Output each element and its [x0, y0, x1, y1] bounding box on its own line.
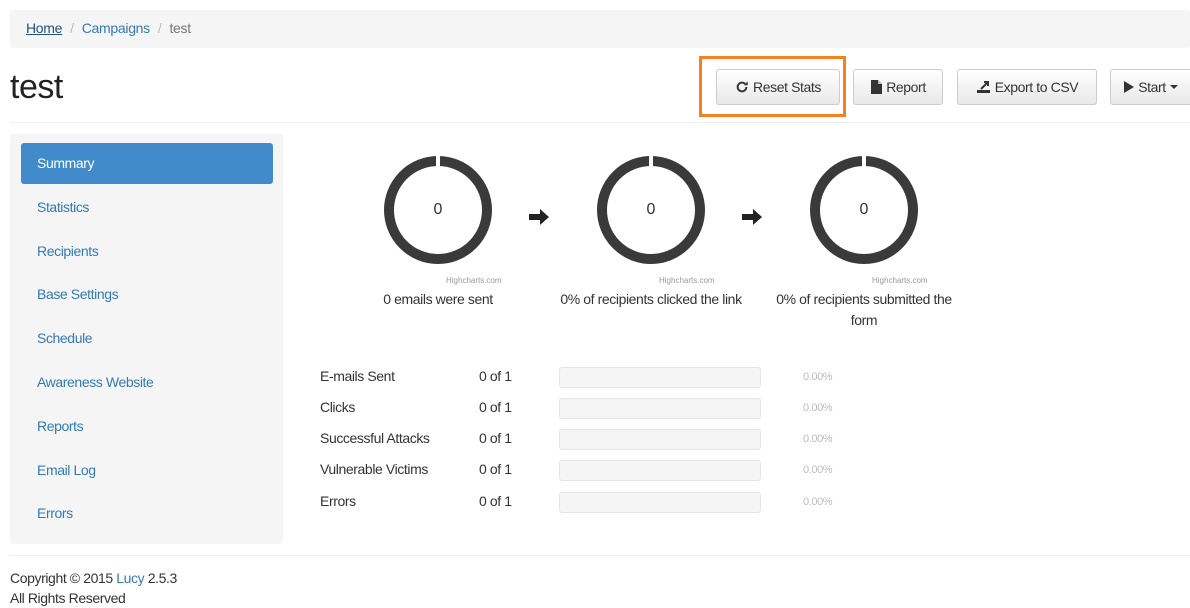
sidebar-item-recipients[interactable]: Recipients — [21, 231, 273, 272]
refresh-icon — [735, 80, 749, 94]
sidebar-item-errors[interactable]: Errors — [21, 493, 273, 534]
highcharts-credit[interactable]: Highcharts.com — [872, 276, 928, 285]
export-csv-label: Export to CSV — [995, 79, 1079, 95]
progress-bar — [559, 429, 761, 450]
stat-row-emails-sent: E-mails Sent 0 of 1 0.00% — [320, 368, 880, 388]
sent-donut-chart: 0 — [373, 145, 503, 275]
donut-value: 0 — [373, 145, 503, 275]
submitted-donut-chart: 0 — [799, 145, 929, 275]
stat-count: 0 of 1 — [479, 461, 512, 477]
breadcrumb-separator: / — [70, 20, 74, 36]
caret-down-icon — [1170, 84, 1178, 90]
lucy-link[interactable]: Lucy — [116, 570, 144, 586]
arrow-right-icon — [528, 208, 550, 226]
play-icon — [1123, 81, 1134, 93]
stat-percent: 0.00% — [803, 433, 832, 445]
stat-label: Errors — [320, 493, 356, 509]
stat-label: E-mails Sent — [320, 368, 395, 384]
sidebar-item-schedule[interactable]: Schedule — [21, 318, 273, 359]
start-label: Start — [1138, 79, 1166, 95]
progress-bar — [559, 460, 761, 481]
report-button[interactable]: Report — [853, 69, 943, 105]
sidebar-item-summary[interactable]: Summary — [21, 143, 273, 184]
submitted-caption: 0% of recipients submitted the form — [764, 289, 964, 331]
report-label: Report — [886, 79, 926, 95]
stat-row-successful-attacks: Successful Attacks 0 of 1 0.00% — [320, 430, 880, 450]
progress-bar — [559, 398, 761, 419]
version-text: 2.5.3 — [144, 570, 177, 586]
highcharts-credit[interactable]: Highcharts.com — [446, 276, 502, 285]
highcharts-credit[interactable]: Highcharts.com — [659, 276, 715, 285]
donut-value: 0 — [586, 145, 716, 275]
file-icon — [870, 80, 882, 94]
footer: Copyright © 2015 Lucy 2.5.3 All Rights R… — [10, 568, 177, 608]
export-icon — [976, 80, 991, 94]
title-divider — [10, 122, 1190, 123]
stat-percent: 0.00% — [803, 371, 832, 383]
stat-label: Clicks — [320, 399, 355, 415]
stat-count: 0 of 1 — [479, 493, 512, 509]
stat-percent: 0.00% — [803, 464, 832, 476]
stat-row-errors: Errors 0 of 1 0.00% — [320, 493, 880, 513]
stat-label: Successful Attacks — [320, 430, 430, 446]
breadcrumb: Home / Campaigns / test — [10, 10, 1190, 48]
sidebar-item-email-log[interactable]: Email Log — [21, 450, 273, 491]
footer-divider — [10, 555, 1190, 556]
rights-text: All Rights Reserved — [10, 588, 177, 608]
clicked-caption: 0% of recipients clicked the link — [551, 289, 751, 310]
stat-row-clicks: Clicks 0 of 1 0.00% — [320, 399, 880, 419]
sidebar-item-awareness-website[interactable]: Awareness Website — [21, 362, 273, 403]
arrow-right-icon — [741, 208, 763, 226]
copyright-text: Copyright © 2015 — [10, 570, 116, 586]
breadcrumb-home-link[interactable]: Home — [26, 20, 62, 36]
breadcrumb-separator: / — [158, 20, 162, 36]
stat-percent: 0.00% — [803, 496, 832, 508]
progress-bar — [559, 367, 761, 388]
clicked-donut-chart: 0 — [586, 145, 716, 275]
progress-bar — [559, 492, 761, 513]
breadcrumb-campaigns-link[interactable]: Campaigns — [82, 20, 150, 36]
export-csv-button[interactable]: Export to CSV — [957, 69, 1097, 105]
sidebar-item-reports[interactable]: Reports — [21, 406, 273, 447]
sidebar-item-statistics[interactable]: Statistics — [21, 187, 273, 228]
stat-count: 0 of 1 — [479, 368, 512, 384]
sidebar-nav: Summary Statistics Recipients Base Setti… — [10, 134, 283, 544]
sent-caption: 0 emails were sent — [338, 289, 538, 310]
stat-count: 0 of 1 — [479, 399, 512, 415]
stat-row-vulnerable-victims: Vulnerable Victims 0 of 1 0.00% — [320, 461, 880, 481]
copyright-line: Copyright © 2015 Lucy 2.5.3 — [10, 568, 177, 588]
start-dropdown-button[interactable]: Start — [1110, 69, 1190, 105]
reset-stats-button[interactable]: Reset Stats — [716, 69, 840, 105]
stat-percent: 0.00% — [803, 402, 832, 414]
breadcrumb-current: test — [169, 20, 190, 36]
page-title: test — [10, 68, 63, 107]
sidebar-item-base-settings[interactable]: Base Settings — [21, 274, 273, 315]
stat-label: Vulnerable Victims — [320, 461, 428, 477]
stat-count: 0 of 1 — [479, 430, 512, 446]
reset-stats-label: Reset Stats — [753, 79, 821, 95]
donut-value: 0 — [799, 145, 929, 275]
